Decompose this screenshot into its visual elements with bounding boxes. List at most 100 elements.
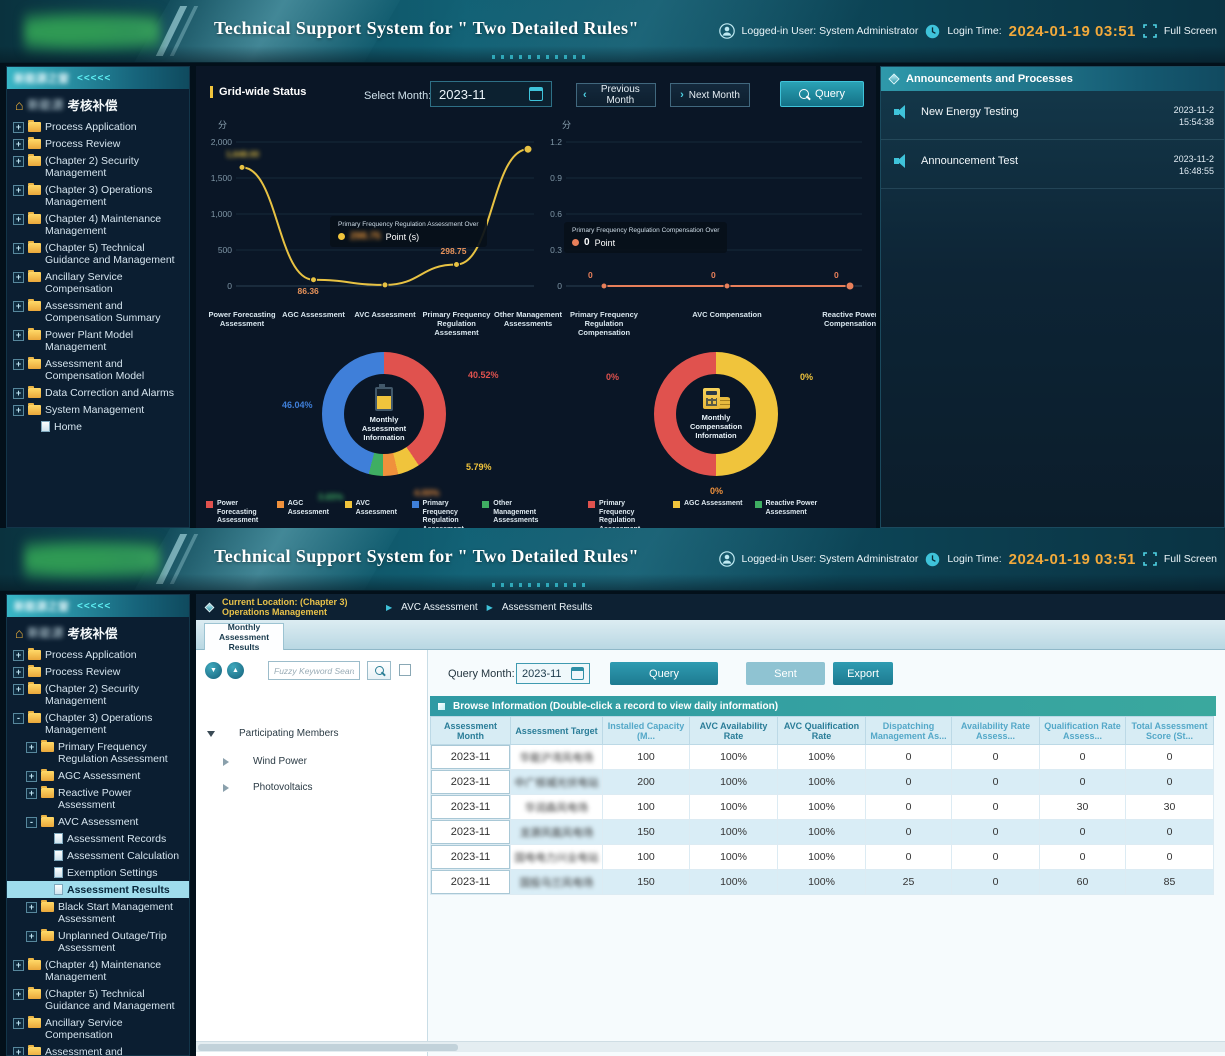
member-item-photovoltaics[interactable]: Photovoltaics	[223, 782, 312, 793]
expand-icon[interactable]: +	[13, 139, 24, 150]
tree-item[interactable]: +(Chapter 5) Technical Guidance and Mana…	[7, 239, 189, 268]
tree-item[interactable]: +Reactive Power Assessment	[7, 784, 189, 813]
column-header[interactable]: Assessment Month	[431, 717, 511, 745]
tree-item[interactable]: +Ancillary Service Compensation	[7, 1014, 189, 1043]
expand-icon[interactable]: +	[13, 388, 24, 399]
member-item-wind-power[interactable]: Wind Power	[223, 756, 307, 767]
expand-icon[interactable]: +	[13, 185, 24, 196]
tree-item[interactable]: +Ancillary Service Compensation	[7, 268, 189, 297]
tree-item[interactable]: Assessment Calculation	[7, 847, 189, 864]
expand-icon[interactable]: +	[13, 156, 24, 167]
tree-item[interactable]: +(Chapter 4) Maintenance Management	[7, 210, 189, 239]
tree-item[interactable]: +(Chapter 3) Operations Management	[7, 181, 189, 210]
expand-icon[interactable]: +	[26, 788, 37, 799]
collapse-arrow-icon[interactable]	[207, 731, 215, 737]
tree-item[interactable]: +AGC Assessment	[7, 767, 189, 784]
scrollbar-thumb[interactable]	[198, 1044, 458, 1051]
members-root-row[interactable]: Participating Members	[207, 728, 338, 739]
expand-arrow-icon[interactable]	[223, 758, 229, 766]
horizontal-scrollbar[interactable]	[196, 1041, 1225, 1052]
table-row[interactable]: 2023-11龙源凤凰风电场150100%100%0000	[431, 820, 1214, 845]
expand-icon[interactable]: +	[26, 771, 37, 782]
tree-root[interactable]: ⌂ 新能源 考核补偿	[7, 89, 189, 118]
expand-icon[interactable]: +	[13, 960, 24, 971]
table-row[interactable]: 2023-11国投乌兰风电场150100%100%2506085	[431, 870, 1214, 895]
expand-icon[interactable]: +	[26, 902, 37, 913]
tree-item[interactable]: +(Chapter 4) Maintenance Management	[7, 956, 189, 985]
expand-icon[interactable]: +	[13, 989, 24, 1000]
tree-item[interactable]: +Process Application	[7, 646, 189, 663]
calendar-icon[interactable]	[571, 667, 584, 680]
table-row[interactable]: 2023-11华能沪湾风电场100100%100%0000	[431, 745, 1214, 770]
expand-icon[interactable]: +	[13, 405, 24, 416]
expand-icon[interactable]: +	[13, 272, 24, 283]
tree-item[interactable]: +Primary Frequency Regulation Assessment	[7, 738, 189, 767]
tree-item[interactable]: +Power Plant Model Management	[7, 326, 189, 355]
compensation-line-chart[interactable]: 分 00.30.60.91.2 Primary Frequency Regula…	[540, 118, 876, 370]
column-header[interactable]: Assessment Target	[511, 717, 603, 745]
assessment-results-table[interactable]: Assessment MonthAssessment TargetInstall…	[430, 716, 1214, 895]
tree-item[interactable]: +Assessment and Compensation Summary	[7, 1043, 189, 1056]
tree-item[interactable]: Assessment Results	[7, 881, 189, 898]
expand-icon[interactable]: +	[13, 667, 24, 678]
column-header[interactable]: AVC Availability Rate	[690, 717, 778, 745]
search-button[interactable]	[367, 661, 391, 680]
assessment-line-chart[interactable]: 分 05001,0001,5002,000 Power Forecasting …	[196, 118, 536, 370]
tree-item[interactable]: +Assessment and Compensation Model	[7, 355, 189, 384]
tree-item[interactable]: +Data Correction and Alarms	[7, 384, 189, 401]
fullscreen-label[interactable]: Full Screen	[1164, 553, 1217, 565]
column-header[interactable]: Qualification Rate Assess...	[1040, 717, 1126, 745]
previous-month-button[interactable]: ‹ Previous Month	[576, 83, 656, 107]
select-month-input[interactable]: 2023-11	[430, 81, 552, 107]
sidebar-header[interactable]: 新能源之窗 <<<<<	[7, 67, 189, 89]
search-input[interactable]	[268, 661, 360, 680]
tree-item[interactable]: +Process Application	[7, 118, 189, 135]
collapse-all-button[interactable]: ▼	[205, 662, 222, 679]
expand-icon[interactable]: +	[13, 684, 24, 695]
tree-item[interactable]: Assessment Records	[7, 830, 189, 847]
expand-icon[interactable]: +	[13, 650, 24, 661]
fullscreen-label[interactable]: Full Screen	[1164, 25, 1217, 37]
expand-icon[interactable]: +	[26, 742, 37, 753]
announcement-item[interactable]: Announcement Test2023-11-216:48:55	[881, 140, 1224, 189]
expand-icon[interactable]: +	[13, 359, 24, 370]
sidebar-collapse-arrows-icon[interactable]: <<<<<	[77, 73, 111, 84]
tree-item[interactable]: +(Chapter 5) Technical Guidance and Mana…	[7, 985, 189, 1014]
tree-item[interactable]: Home	[7, 418, 189, 435]
export-button[interactable]: Export	[833, 662, 893, 685]
expand-icon[interactable]: +	[13, 214, 24, 225]
checkbox[interactable]	[399, 664, 411, 676]
expand-icon[interactable]: +	[13, 122, 24, 133]
expand-icon[interactable]: +	[13, 1018, 24, 1029]
query-month-input[interactable]: 2023-11	[516, 663, 590, 684]
tree-item[interactable]: -(Chapter 3) Operations Management	[7, 709, 189, 738]
tree-item[interactable]: +Black Start Management Assessment	[7, 898, 189, 927]
calendar-icon[interactable]	[529, 87, 543, 101]
tab-monthly-assessment-results[interactable]: Monthly Assessment Results	[204, 623, 284, 650]
column-header[interactable]: Installed Capacity (M...	[603, 717, 690, 745]
expand-icon[interactable]: +	[26, 931, 37, 942]
table-row[interactable]: 2023-11中广核城光伏电站200100%100%0000	[431, 770, 1214, 795]
column-header[interactable]: Availability Rate Assess...	[952, 717, 1040, 745]
column-header[interactable]: Total Assessment Score (St...	[1126, 717, 1214, 745]
expand-all-button[interactable]: ▲	[227, 662, 244, 679]
sidebar-collapse-arrows-icon[interactable]: <<<<<	[77, 601, 111, 612]
tree-item[interactable]: +Process Review	[7, 663, 189, 680]
tree-item[interactable]: +(Chapter 2) Security Management	[7, 152, 189, 181]
tree-item[interactable]: +Process Review	[7, 135, 189, 152]
table-row[interactable]: 2023-11国电电力兴业电站100100%100%0000	[431, 845, 1214, 870]
expand-arrow-icon[interactable]	[223, 784, 229, 792]
tree-item[interactable]: +System Management	[7, 401, 189, 418]
sidebar-header[interactable]: 新能源之窗 <<<<<	[7, 595, 189, 617]
tree-item[interactable]: -AVC Assessment	[7, 813, 189, 830]
query-button[interactable]: Query	[780, 81, 864, 107]
tree-root[interactable]: ⌂ 新能源 考核补偿	[7, 617, 189, 646]
table-row[interactable]: 2023-11华润森风电场100100%100%003030	[431, 795, 1214, 820]
tree-item[interactable]: Exemption Settings	[7, 864, 189, 881]
column-header[interactable]: AVC Qualification Rate	[778, 717, 866, 745]
announcement-item[interactable]: New Energy Testing2023-11-215:54:38	[881, 91, 1224, 140]
expand-icon[interactable]: +	[13, 243, 24, 254]
tree-item[interactable]: +Assessment and Compensation Summary	[7, 297, 189, 326]
column-header[interactable]: Dispatching Management As...	[866, 717, 952, 745]
sent-button[interactable]: Sent	[746, 662, 825, 685]
